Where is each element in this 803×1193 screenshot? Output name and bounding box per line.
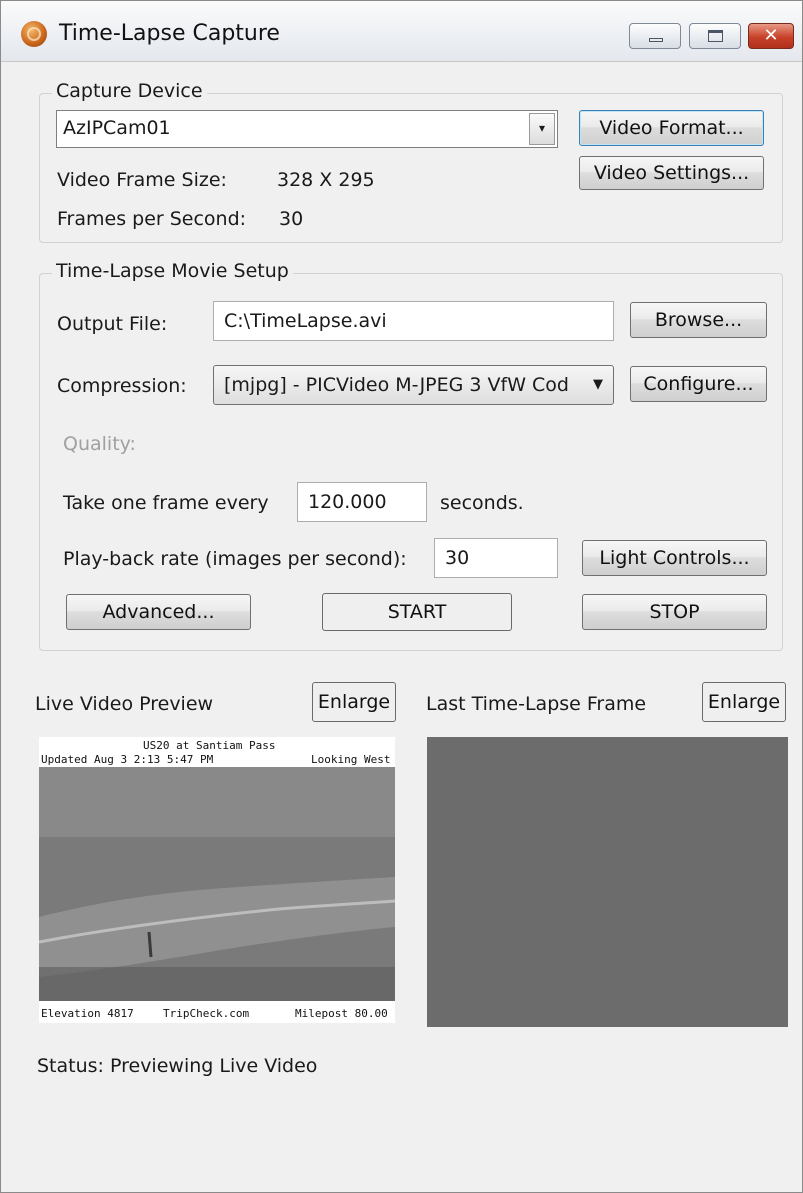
fps-value: 30 bbox=[279, 208, 304, 230]
advanced-button[interactable]: Advanced... bbox=[66, 594, 251, 630]
video-settings-button[interactable]: Video Settings... bbox=[579, 156, 764, 190]
start-button[interactable]: START bbox=[322, 593, 512, 631]
playback-label: Play-back rate (images per second): bbox=[63, 548, 407, 570]
status-text: Status: Previewing Live Video bbox=[37, 1055, 318, 1077]
overlay-updated: Updated Aug 3 2:13 5:47 PM bbox=[41, 753, 214, 766]
last-frame-enlarge-button[interactable]: Enlarge bbox=[702, 682, 786, 722]
output-file-label: Output File: bbox=[57, 313, 168, 335]
interval-suffix: seconds. bbox=[440, 492, 524, 514]
browse-button[interactable]: Browse... bbox=[630, 302, 767, 338]
fps-label: Frames per Second: bbox=[57, 208, 247, 230]
stop-button[interactable]: STOP bbox=[582, 594, 767, 630]
dropdown-arrow-icon: ▼ bbox=[593, 377, 603, 392]
maximize-button[interactable] bbox=[689, 23, 741, 49]
interval-prefix: Take one frame every bbox=[63, 492, 269, 514]
last-frame-label: Last Time-Lapse Frame bbox=[426, 693, 647, 715]
live-video-frame-image bbox=[39, 767, 395, 1001]
minimize-button[interactable] bbox=[629, 23, 681, 49]
compression-value: [mjpg] - PICVideo M-JPEG 3 VfW Cod bbox=[224, 374, 569, 396]
app-aperture-icon bbox=[21, 21, 47, 47]
road-scene-graphic bbox=[39, 767, 395, 1001]
live-preview-enlarge-button[interactable]: Enlarge bbox=[312, 682, 396, 722]
chevron-down-icon[interactable]: ▾ bbox=[529, 113, 555, 145]
last-timelapse-frame[interactable] bbox=[427, 737, 788, 1027]
capture-device-select[interactable]: AzIPCam01 ▾ bbox=[56, 110, 558, 148]
movie-setup-group-title: Time-Lapse Movie Setup bbox=[52, 260, 293, 282]
playback-input[interactable]: 30 bbox=[434, 538, 558, 578]
overlay-elevation: Elevation 4817 bbox=[41, 1007, 134, 1020]
window-title: Time-Lapse Capture bbox=[59, 21, 280, 46]
close-button[interactable]: ✕ bbox=[748, 23, 794, 49]
maximize-icon bbox=[708, 30, 723, 42]
compression-select[interactable]: [mjpg] - PICVideo M-JPEG 3 VfW Cod ▼ bbox=[213, 365, 614, 405]
configure-button[interactable]: Configure... bbox=[630, 366, 767, 402]
video-format-button[interactable]: Video Format... bbox=[579, 110, 764, 146]
overlay-site: TripCheck.com bbox=[163, 1007, 250, 1020]
live-video-preview[interactable]: US20 at Santiam Pass Updated Aug 3 2:13 … bbox=[39, 737, 395, 1023]
minimize-icon bbox=[649, 38, 663, 42]
output-file-input[interactable]: C:\TimeLapse.avi bbox=[213, 301, 614, 341]
close-icon: ✕ bbox=[763, 25, 779, 46]
capture-device-value: AzIPCam01 bbox=[63, 117, 171, 139]
compression-label: Compression: bbox=[57, 375, 187, 397]
overlay-milepost: Milepost 80.00 bbox=[295, 1007, 388, 1020]
frame-size-label: Video Frame Size: bbox=[57, 169, 227, 191]
overlay-looking: Looking West bbox=[311, 753, 391, 766]
light-controls-button[interactable]: Light Controls... bbox=[582, 540, 767, 576]
app-window: Time-Lapse Capture ✕ Capture Device AzIP… bbox=[0, 0, 803, 1193]
frame-size-value: 328 X 295 bbox=[277, 169, 375, 191]
capture-device-group-title: Capture Device bbox=[52, 80, 207, 102]
overlay-title: US20 at Santiam Pass bbox=[143, 739, 276, 752]
title-bar[interactable]: Time-Lapse Capture ✕ bbox=[1, 1, 802, 62]
interval-input[interactable]: 120.000 bbox=[297, 482, 427, 522]
quality-label: Quality: bbox=[63, 433, 136, 455]
live-preview-label: Live Video Preview bbox=[35, 693, 214, 715]
